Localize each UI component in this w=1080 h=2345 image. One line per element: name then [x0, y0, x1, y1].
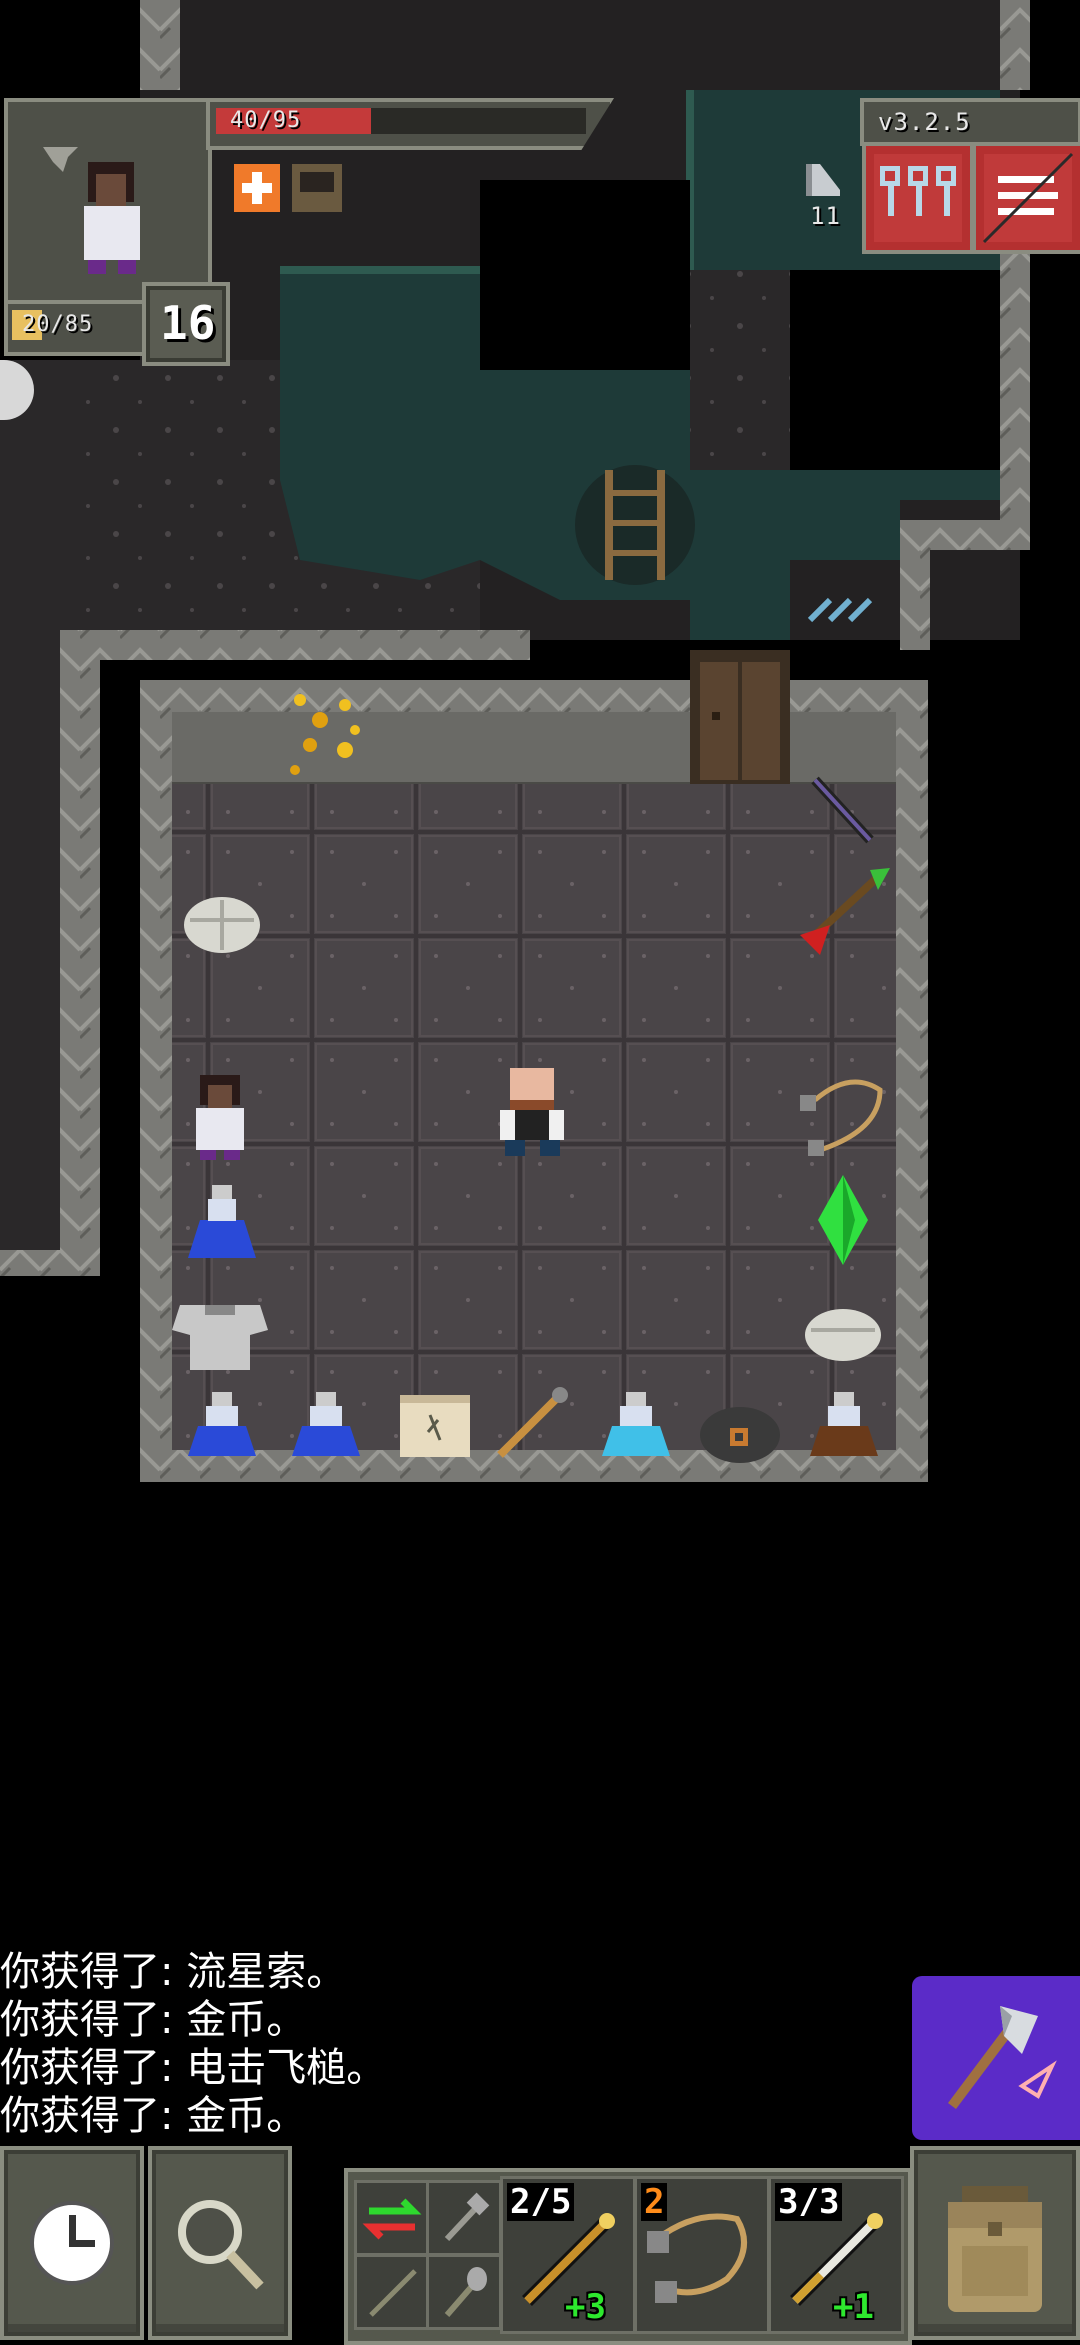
quickslot-small-3[interactable] [426, 2254, 502, 2330]
bag-item-icon[interactable] [700, 1407, 780, 1463]
hammer-icon [444, 2192, 490, 2242]
quickslot-2-count: 2 [641, 2183, 668, 2221]
log-line: 你获得了: 电击飞槌。 [0, 2045, 387, 2091]
action-button[interactable] [912, 1976, 1080, 2140]
quickslot-3-count: 3/3 [775, 2183, 843, 2221]
ally-character-icon[interactable] [196, 1075, 244, 1160]
wait-button[interactable] [0, 2146, 144, 2340]
log-line: 你获得了: 金币。 [0, 1997, 307, 2043]
mace-icon [444, 2267, 487, 2317]
quickslot-small-1[interactable] [426, 2180, 502, 2256]
quickslot-small-2[interactable] [354, 2254, 430, 2330]
game-log: 你获得了: 流星索。 你获得了: 金币。 你获得了: 电击飞槌。 你获得了: 金… [0, 1948, 880, 2140]
stone-item-icon-2[interactable] [805, 1309, 881, 1361]
log-line: 你获得了: 流星索。 [0, 1949, 347, 1995]
magnifier-icon [178, 2200, 264, 2290]
hp-text: 40/95 [230, 108, 302, 133]
spear-icon [369, 2269, 417, 2317]
menu-button[interactable] [972, 142, 1080, 254]
key-count: 11 [810, 202, 841, 230]
backpack-button[interactable] [910, 2146, 1080, 2340]
quickslot-1[interactable]: 2/5 +3 [500, 2176, 636, 2334]
quickslot-3-bonus: +1 [833, 2287, 874, 2327]
quickslot-1-count: 2/5 [507, 2183, 575, 2221]
quickslot-3[interactable]: 3/3 +1 [768, 2176, 904, 2334]
menu-icon [982, 152, 1074, 244]
depth-indicator[interactable]: 16 [142, 282, 230, 366]
keys-icon [874, 154, 962, 242]
door[interactable] [690, 650, 790, 784]
exp-bar: 20/85 [4, 300, 146, 356]
quickslot-2[interactable]: 2 [634, 2176, 770, 2334]
clock-icon [30, 2201, 114, 2285]
iron-key-icon [806, 164, 840, 196]
swap-arrows-icon [362, 2198, 422, 2240]
swap-button[interactable] [354, 2180, 430, 2256]
exp-text: 20/85 [22, 312, 94, 337]
hero-avatar [8, 102, 208, 302]
buff-armor-icon[interactable] [292, 164, 342, 212]
hp-bar: 40/95 [206, 98, 614, 150]
axe-icon [948, 2006, 1057, 2109]
search-button[interactable] [148, 2146, 292, 2340]
depth-number: 16 [160, 296, 216, 350]
scroll-item-icon[interactable] [400, 1395, 470, 1457]
key-counter[interactable]: 11 [800, 160, 848, 240]
buff-healing-icon[interactable] [234, 164, 280, 212]
backpack-icon [948, 2186, 1042, 2312]
version-label: v3.2.5 [860, 98, 1080, 146]
hero-portrait[interactable] [4, 98, 212, 306]
stone-item-icon[interactable] [184, 897, 260, 953]
ladder-icon[interactable] [575, 465, 695, 585]
log-line: 你获得了: 金币。 [0, 2093, 307, 2139]
quickslot-1-bonus: +3 [565, 2287, 606, 2327]
journal-button[interactable] [862, 142, 974, 254]
